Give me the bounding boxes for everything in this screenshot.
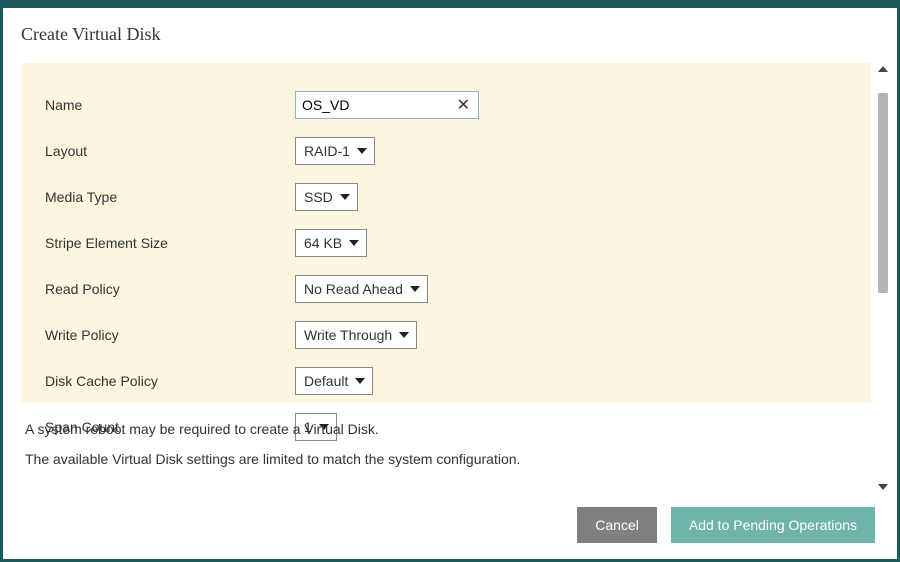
chevron-down-icon bbox=[409, 284, 421, 294]
label-disk-cache: Disk Cache Policy bbox=[45, 373, 295, 389]
chevron-down-icon bbox=[398, 330, 410, 340]
disk-cache-value: Default bbox=[304, 373, 348, 389]
layout-value: RAID-1 bbox=[304, 143, 350, 159]
modal-body: Name ✕ Layout RAID-1 bbox=[3, 55, 897, 495]
label-stripe-size: Stripe Element Size bbox=[45, 235, 295, 251]
label-name: Name bbox=[45, 97, 295, 113]
name-input[interactable] bbox=[302, 93, 455, 117]
note-limited: The available Virtual Disk settings are … bbox=[25, 451, 867, 467]
layout-select[interactable]: RAID-1 bbox=[295, 137, 375, 165]
row-layout: Layout RAID-1 bbox=[45, 137, 847, 165]
scroll-thumb[interactable] bbox=[878, 93, 888, 293]
stripe-size-select[interactable]: 64 KB bbox=[295, 229, 367, 257]
create-virtual-disk-modal: Create Virtual Disk Name ✕ Layout RAID-1 bbox=[3, 8, 897, 559]
scroll-up-icon[interactable] bbox=[875, 61, 891, 77]
name-input-wrap[interactable]: ✕ bbox=[295, 91, 479, 119]
chevron-down-icon bbox=[356, 146, 368, 156]
label-media-type: Media Type bbox=[45, 189, 295, 205]
read-policy-select[interactable]: No Read Ahead bbox=[295, 275, 428, 303]
label-layout: Layout bbox=[45, 143, 295, 159]
write-policy-value: Write Through bbox=[304, 327, 392, 343]
scroll-down-icon[interactable] bbox=[875, 479, 891, 495]
row-stripe-size: Stripe Element Size 64 KB bbox=[45, 229, 847, 257]
note-reboot: A system reboot may be required to creat… bbox=[25, 421, 867, 437]
row-read-policy: Read Policy No Read Ahead bbox=[45, 275, 847, 303]
row-disk-cache: Disk Cache Policy Default bbox=[45, 367, 847, 395]
stripe-size-value: 64 KB bbox=[304, 235, 342, 251]
media-type-value: SSD bbox=[304, 189, 333, 205]
chevron-down-icon bbox=[354, 376, 366, 386]
row-name: Name ✕ bbox=[45, 91, 847, 119]
chevron-down-icon bbox=[348, 238, 360, 248]
form-panel: Name ✕ Layout RAID-1 bbox=[21, 63, 871, 403]
add-to-pending-button[interactable]: Add to Pending Operations bbox=[671, 507, 875, 543]
modal-title: Create Virtual Disk bbox=[3, 8, 897, 55]
scroll-track[interactable] bbox=[878, 79, 888, 101]
cancel-button[interactable]: Cancel bbox=[577, 507, 657, 543]
vertical-scrollbar[interactable] bbox=[875, 61, 891, 495]
chevron-down-icon bbox=[339, 192, 351, 202]
clear-name-icon[interactable]: ✕ bbox=[455, 95, 472, 115]
row-write-policy: Write Policy Write Through bbox=[45, 321, 847, 349]
scroll-area: Name ✕ Layout RAID-1 bbox=[21, 63, 871, 495]
modal-footer: Cancel Add to Pending Operations bbox=[3, 495, 897, 559]
note-area: A system reboot may be required to creat… bbox=[21, 403, 871, 467]
label-read-policy: Read Policy bbox=[45, 281, 295, 297]
read-policy-value: No Read Ahead bbox=[304, 281, 403, 297]
media-type-select[interactable]: SSD bbox=[295, 183, 358, 211]
row-media-type: Media Type SSD bbox=[45, 183, 847, 211]
write-policy-select[interactable]: Write Through bbox=[295, 321, 417, 349]
disk-cache-select[interactable]: Default bbox=[295, 367, 373, 395]
label-write-policy: Write Policy bbox=[45, 327, 295, 343]
